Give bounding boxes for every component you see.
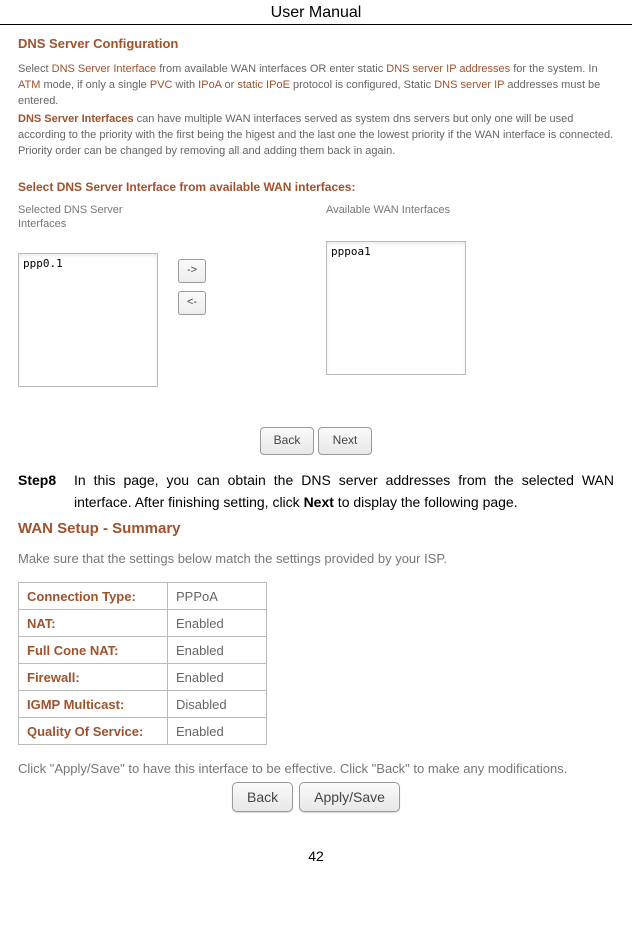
bold-text: Next — [304, 494, 334, 510]
table-row: Connection Type:PPPoA — [19, 582, 267, 609]
move-right-button[interactable]: -> — [178, 259, 206, 283]
text: to display the following page. — [334, 494, 518, 510]
selected-interfaces-listbox[interactable]: ppp0.1 — [18, 253, 158, 387]
screenshot-dns-config: DNS Server Configuration Select DNS Serv… — [18, 35, 614, 455]
hl-text: static IPoE — [237, 79, 290, 91]
summary-table: Connection Type:PPPoA NAT:Enabled Full C… — [18, 582, 267, 745]
cell-key: Full Cone NAT: — [19, 636, 168, 663]
hl-text: ATM — [18, 79, 40, 91]
table-row: IGMP Multicast:Disabled — [19, 690, 267, 717]
page-number: 42 — [18, 848, 614, 876]
dns-nav-buttons: Back Next — [18, 427, 614, 454]
cell-value: Enabled — [168, 717, 267, 744]
step-label: Step8 — [18, 469, 74, 491]
wan-summary-title: WAN Setup - Summary — [18, 520, 614, 537]
wan-summary-bottom-note: Click "Apply/Save" to have this interfac… — [18, 761, 614, 776]
selected-interfaces-label: Selected DNS Server Interfaces — [18, 203, 158, 232]
hl-bold-text: DNS Server Interfaces — [18, 113, 134, 125]
hl-text: PVC — [150, 79, 173, 91]
cell-value: Enabled — [168, 609, 267, 636]
available-interfaces-column: Available WAN Interfaces pppoa1 — [326, 203, 486, 375]
page-content: DNS Server Configuration Select DNS Serv… — [0, 25, 632, 876]
table-row: Quality Of Service:Enabled — [19, 717, 267, 744]
dns-select-heading: Select DNS Server Interface from availab… — [18, 179, 614, 196]
cell-value: Disabled — [168, 690, 267, 717]
text: from available WAN interfaces OR enter s… — [156, 63, 386, 75]
text: protocol is configured, Static — [290, 79, 434, 91]
cell-key: Quality Of Service: — [19, 717, 168, 744]
hl-text: DNS server IP — [434, 79, 504, 91]
hl-text: IPoA — [198, 79, 221, 91]
text: or — [221, 79, 237, 91]
text: Interfaces — [18, 218, 66, 230]
table-row: Full Cone NAT:Enabled — [19, 636, 267, 663]
selected-interfaces-column: Selected DNS Server Interfaces ppp0.1 — [18, 203, 158, 388]
screenshot-wan-summary: WAN Setup - Summary Make sure that the s… — [18, 520, 614, 812]
wan-summary-buttons: Back Apply/Save — [18, 782, 614, 812]
available-interfaces-label: Available WAN Interfaces — [326, 203, 486, 219]
step-text: In this page, you can obtain the DNS ser… — [74, 469, 614, 514]
text: mode, if only a single — [40, 79, 149, 91]
back-button[interactable]: Back — [260, 427, 314, 454]
step8-row: Step8 In this page, you can obtain the D… — [18, 469, 614, 514]
list-item[interactable]: ppp0.1 — [23, 256, 153, 272]
cell-key: NAT: — [19, 609, 168, 636]
interface-row: Selected DNS Server Interfaces ppp0.1 ->… — [18, 203, 614, 388]
available-interfaces-listbox[interactable]: pppoa1 — [326, 241, 466, 375]
wan-summary-note: Make sure that the settings below match … — [18, 551, 614, 566]
cell-value: Enabled — [168, 636, 267, 663]
text: Select — [18, 63, 52, 75]
hl-text: DNS server IP addresses — [386, 63, 510, 75]
cell-key: Firewall: — [19, 663, 168, 690]
text: with — [172, 79, 198, 91]
table-row: NAT:Enabled — [19, 609, 267, 636]
page-header: User Manual — [0, 0, 632, 25]
arrow-buttons: -> <- — [178, 259, 206, 315]
hl-text: DNS Server Interface — [52, 63, 157, 75]
list-item[interactable]: pppoa1 — [331, 244, 461, 260]
text: Selected DNS Server — [18, 204, 123, 216]
dns-config-paragraph-1: Select DNS Server Interface from availab… — [18, 62, 614, 110]
next-button[interactable]: Next — [318, 427, 372, 454]
cell-value: PPPoA — [168, 582, 267, 609]
table-row: Firewall:Enabled — [19, 663, 267, 690]
dns-config-title: DNS Server Configuration — [18, 35, 614, 54]
text: for the system. In — [510, 63, 597, 75]
cell-key: Connection Type: — [19, 582, 168, 609]
cell-key: IGMP Multicast: — [19, 690, 168, 717]
dns-config-paragraph-2: DNS Server Interfaces can have multiple … — [18, 112, 614, 160]
back-button[interactable]: Back — [232, 782, 293, 812]
apply-save-button[interactable]: Apply/Save — [299, 782, 400, 812]
move-left-button[interactable]: <- — [178, 291, 206, 315]
cell-value: Enabled — [168, 663, 267, 690]
